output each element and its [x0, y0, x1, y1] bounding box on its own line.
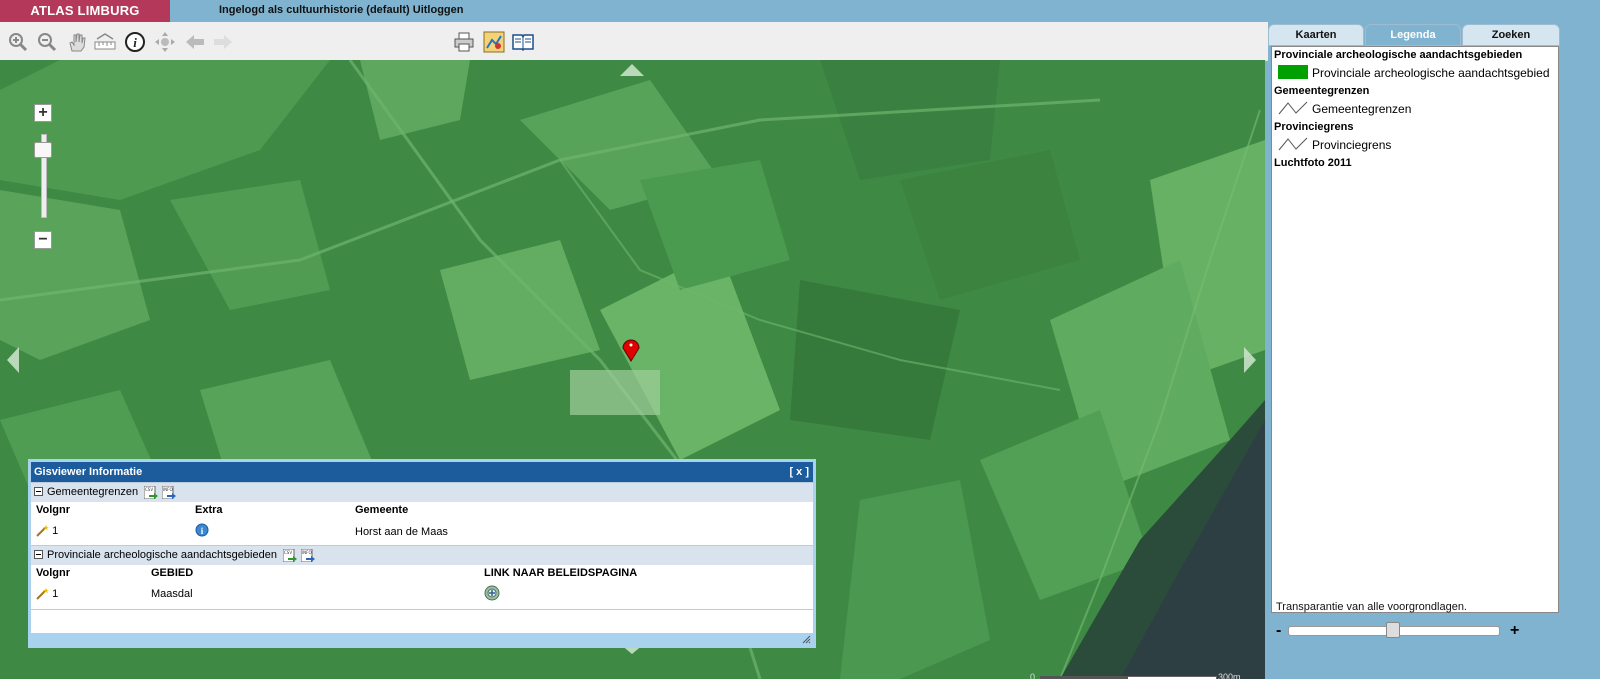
wand-icon[interactable]: [35, 587, 49, 601]
scale-end-label: 300m: [1218, 672, 1241, 679]
next-extent-icon[interactable]: [212, 31, 234, 53]
gemeente-value: Horst aan de Maas: [355, 526, 448, 538]
info-popup: Gisviewer Informatie [ x ] Gemeentegrenz…: [28, 459, 816, 648]
location-marker-icon[interactable]: [621, 336, 641, 362]
wand-icon[interactable]: [35, 524, 49, 538]
column-header: Volgnr: [36, 567, 71, 579]
info-export-icon[interactable]: INFO: [162, 485, 177, 499]
login-text: Ingelogd als cultuurhistorie (default): [219, 4, 410, 16]
csv-export-icon[interactable]: CSV: [283, 548, 297, 562]
row-number: 1: [35, 587, 58, 601]
row-number: 1: [35, 524, 58, 538]
line-swatch-icon: [1278, 137, 1308, 151]
measure-ruler-icon[interactable]: [94, 31, 116, 53]
csv-export-icon[interactable]: CSV: [144, 485, 159, 499]
pan-hand-icon[interactable]: [66, 31, 88, 53]
popup-title: Gisviewer Informatie: [34, 466, 143, 478]
zoom-slider: + −: [34, 104, 54, 250]
scale-start-label: 0: [1030, 672, 1036, 679]
sidebar: Kaarten Legenda Zoeken Provinciale arche…: [1268, 22, 1600, 679]
legend-layer-title: Provinciegrens: [1274, 121, 1354, 133]
transparency-thumb[interactable]: [1386, 622, 1400, 638]
info-export-icon[interactable]: INFO: [301, 548, 316, 562]
sidebar-tabs: Kaarten Legenda Zoeken: [1268, 24, 1560, 46]
table-header: Volgnr GEBIED LINK NAAR BELEIDSPAGINA: [31, 565, 813, 583]
svg-text:i: i: [133, 35, 137, 50]
collapse-icon[interactable]: [34, 487, 43, 496]
column-header: Gemeente: [355, 504, 409, 516]
previous-extent-icon[interactable]: [184, 31, 206, 53]
brand-logo[interactable]: ATLAS LIMBURG: [0, 0, 170, 22]
info-icon[interactable]: i: [124, 31, 146, 53]
full-extent-icon[interactable]: [154, 31, 176, 53]
legend-layer-title: Provinciale archeologische aandachtsgebi…: [1274, 49, 1523, 61]
legend-panel: Provinciale archeologische aandachtsgebi…: [1271, 46, 1559, 613]
transparency-slider: - +: [1276, 622, 1526, 642]
zoom-in-icon[interactable]: [7, 31, 29, 53]
table-header: Volgnr Extra Gemeente: [31, 502, 813, 520]
legend-layer-title: Luchtfoto 2011: [1274, 157, 1352, 169]
transparency-increase-button[interactable]: +: [1510, 622, 1519, 640]
svg-text:INFO: INFO: [302, 550, 312, 555]
transparency-decrease-button[interactable]: -: [1276, 622, 1281, 640]
green-fill-swatch: [1278, 65, 1308, 79]
zoom-out-button[interactable]: −: [34, 231, 52, 249]
pan-right-icon[interactable]: [1242, 347, 1258, 373]
zoom-in-button[interactable]: +: [34, 104, 52, 122]
tab-legenda[interactable]: Legenda: [1365, 24, 1461, 46]
section-gemeentegrenzen[interactable]: Gemeentegrenzen CSV INFO: [31, 482, 813, 502]
legend-item: Provinciale archeologische aandachtsgebi…: [1272, 61, 1558, 83]
column-header: Volgnr: [36, 504, 71, 516]
top-bar: ATLAS LIMBURG Ingelogd als cultuurhistor…: [0, 0, 1600, 22]
legend-layer-title: Gemeentegrenzen: [1274, 85, 1370, 97]
legend-item: Gemeentegrenzen: [1272, 97, 1558, 119]
popup-footer: [31, 633, 813, 645]
section-title: Provinciale archeologische aandachtsgebi…: [47, 549, 277, 561]
section-archeologie[interactable]: Provinciale archeologische aandachtsgebi…: [31, 545, 813, 565]
popup-header: Gisviewer Informatie [ x ]: [31, 462, 813, 482]
table-row: 1 i Horst aan de Maas: [31, 520, 813, 544]
pan-left-icon[interactable]: [5, 347, 21, 373]
login-status: Ingelogd als cultuurhistorie (default) U…: [219, 0, 463, 22]
manual-book-icon[interactable]: [512, 31, 534, 53]
column-header: Extra: [195, 504, 223, 516]
zoom-thumb[interactable]: [34, 142, 52, 158]
tab-kaarten[interactable]: Kaarten: [1268, 24, 1364, 46]
pan-up-icon[interactable]: [620, 62, 644, 76]
popup-close-button[interactable]: [ x ]: [789, 462, 809, 482]
column-header: LINK NAAR BELEIDSPAGINA: [484, 567, 638, 579]
legend-item: Provinciegrens: [1272, 133, 1558, 155]
extra-info-icon[interactable]: i: [195, 523, 209, 540]
column-header: GEBIED: [151, 567, 194, 579]
scale-bar: 0 300m: [1030, 672, 1245, 679]
print-icon[interactable]: [453, 31, 475, 53]
svg-text:CSV: CSV: [145, 487, 153, 492]
zoom-out-icon[interactable]: [36, 31, 58, 53]
policy-page-link-icon[interactable]: [484, 585, 500, 604]
gebied-value: Maasdal: [151, 588, 193, 600]
map-export-icon[interactable]: [483, 31, 505, 53]
tab-zoeken[interactable]: Zoeken: [1462, 24, 1560, 46]
line-swatch-icon: [1278, 101, 1308, 115]
svg-text:INFO: INFO: [163, 487, 173, 492]
map-toolbar: i: [0, 22, 1268, 61]
svg-text:CSV: CSV: [284, 550, 292, 555]
section-title: Gemeentegrenzen: [47, 486, 139, 498]
transparency-label: Transparantie van alle voorgrondlagen.: [1276, 601, 1467, 613]
collapse-icon[interactable]: [34, 550, 43, 559]
logout-link[interactable]: Uitloggen: [413, 4, 464, 16]
table-row: 1 Maasdal: [31, 583, 813, 607]
resize-handle-icon[interactable]: [802, 635, 811, 644]
